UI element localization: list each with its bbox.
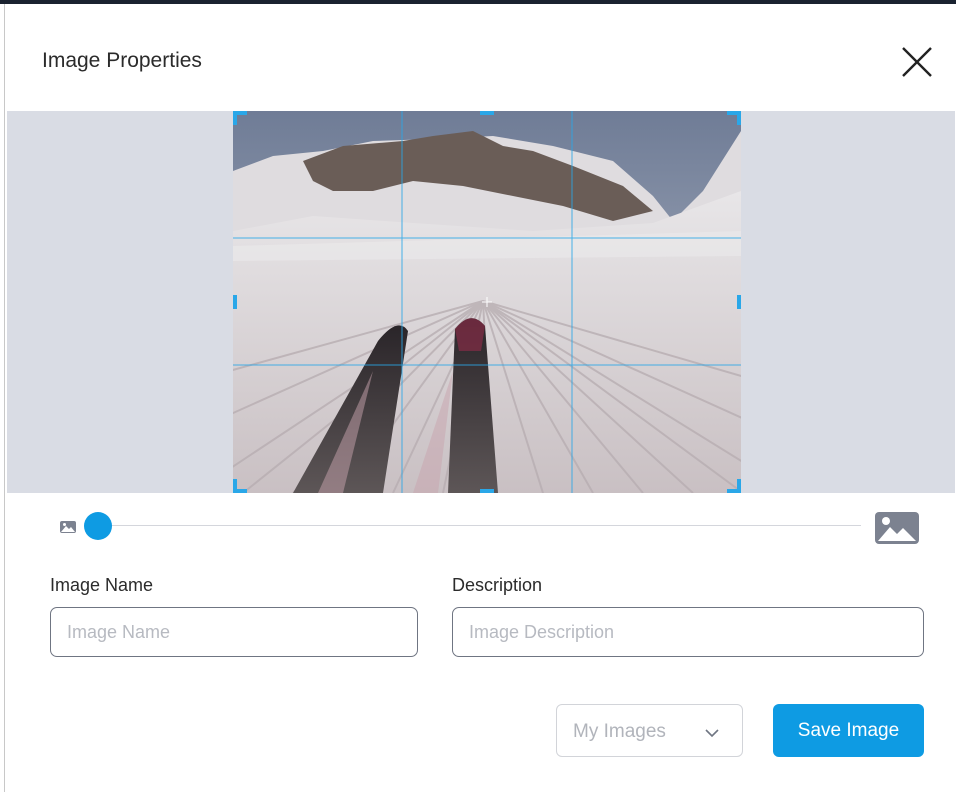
ski-photo	[233, 111, 741, 493]
slider-track[interactable]	[97, 525, 861, 526]
dialog-title: Image Properties	[42, 49, 202, 72]
chevron-down-icon	[705, 725, 719, 743]
image-name-input[interactable]	[50, 607, 418, 657]
close-button[interactable]	[897, 42, 937, 82]
folder-select[interactable]: My Images	[556, 704, 743, 757]
save-image-button[interactable]: Save Image	[773, 704, 924, 757]
slider-thumb[interactable]	[84, 512, 112, 540]
crop-canvas	[7, 111, 955, 493]
crop-frame[interactable]	[233, 111, 741, 493]
small-image-icon[interactable]	[60, 520, 76, 538]
large-image-icon[interactable]	[875, 512, 919, 549]
zoom-slider[interactable]	[5, 504, 953, 544]
close-icon	[902, 47, 932, 77]
folder-select-value: My Images	[573, 721, 666, 742]
description-label: Description	[452, 575, 543, 595]
image-properties-dialog: Image Properties Image Name Image Name D…	[4, 4, 955, 792]
image-name-label: Image Name	[50, 575, 154, 595]
description-input[interactable]	[452, 607, 924, 657]
